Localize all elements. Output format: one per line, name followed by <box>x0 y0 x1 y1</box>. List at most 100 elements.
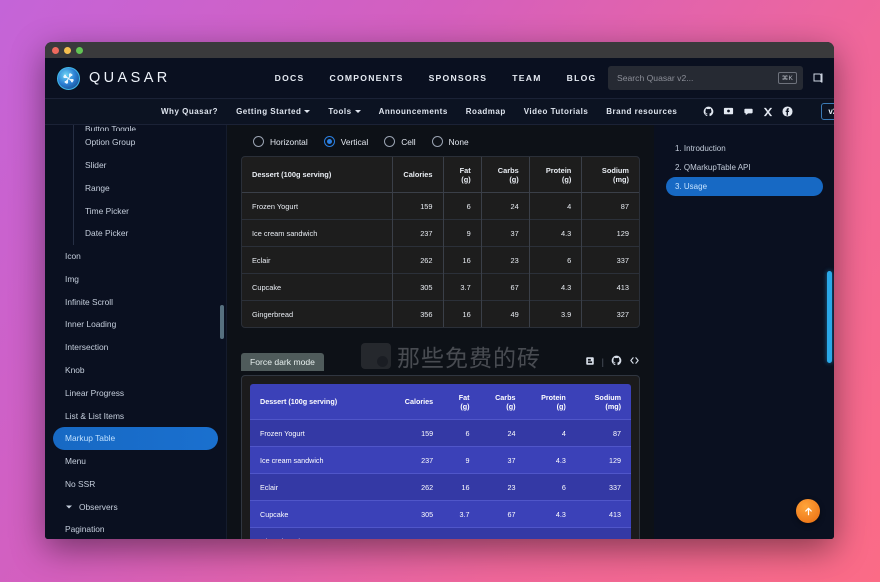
subnav-video-tutorials[interactable]: Video Tutorials <box>524 107 589 116</box>
book-icon[interactable] <box>812 72 824 84</box>
chat-icon[interactable] <box>743 106 754 117</box>
cell-protein: 3.9 <box>529 301 582 328</box>
toc-item-usage[interactable]: 3. Usage <box>666 177 823 196</box>
subnav-roadmap[interactable]: Roadmap <box>466 107 506 116</box>
quasar-logo-link[interactable]: QUASAR <box>57 67 171 90</box>
sidebar-item-button-toggle[interactable]: Button Toggle <box>53 125 218 131</box>
cell-carbs: 67 <box>480 501 526 528</box>
sidebar-item-markup-table[interactable]: Markup Table <box>53 427 218 450</box>
sidebar-item-label: Option Group <box>85 137 135 147</box>
cell-fat: 3.7 <box>443 501 479 528</box>
sidebar-item-img[interactable]: Img <box>53 267 218 290</box>
sidebar-item-slider[interactable]: Slider <box>53 154 218 177</box>
table-row: Eclair 262 16 23 6 337 <box>250 474 631 501</box>
col-calories: Calories <box>393 157 443 193</box>
subnav-getting-started[interactable]: Getting Started <box>236 107 310 116</box>
x-twitter-icon[interactable] <box>763 107 773 117</box>
radio-dot <box>324 136 335 147</box>
nav-team[interactable]: TEAM <box>512 73 541 83</box>
cell-protein: 4.3 <box>529 220 582 247</box>
cell-dessert: Frozen Yogurt <box>250 420 395 447</box>
toc-item-qmarkuptable-api[interactable]: 2. QMarkupTable API <box>666 158 823 177</box>
facebook-icon[interactable] <box>782 106 793 117</box>
sidebar-item-time-picker[interactable]: Time Picker <box>53 199 218 222</box>
sidebar-nav-list: Button Toggle Option Group Slider Range … <box>45 125 226 539</box>
version-selector[interactable]: v2.16.4 <box>821 103 834 120</box>
col-protein: Protein (g) <box>525 384 575 420</box>
cell-calories: 356 <box>395 528 443 540</box>
subnav-tools[interactable]: Tools <box>328 107 360 116</box>
page-body: Button Toggle Option Group Slider Range … <box>45 125 834 539</box>
table-row: Gingerbread 356 16 49 3.9 327 <box>242 301 639 328</box>
table-row: Gingerbread 356 16 49 3.9 327 <box>250 528 631 540</box>
table-row: Cupcake 305 3.7 67 4.3 413 <box>242 274 639 301</box>
window-minimize-button[interactable] <box>64 47 71 54</box>
sidebar-scrollbar[interactable] <box>220 305 224 339</box>
table-row: Eclair 262 16 23 6 337 <box>242 247 639 274</box>
search-input[interactable]: Search Quasar v2... ⌘K <box>608 66 803 90</box>
radio-none[interactable]: None <box>432 136 469 147</box>
sidebar-item-label: List & List Items <box>65 411 124 421</box>
cell-sodium: 129 <box>576 447 631 474</box>
sidebar-item-label: Img <box>65 274 79 284</box>
sidebar-item-label: No SSR <box>65 479 95 489</box>
force-dark-mode-bar: Force dark mode 那些免费的砖 | <box>241 348 640 375</box>
forum-icon[interactable] <box>723 106 734 117</box>
sidebar-item-linear-progress[interactable]: Linear Progress <box>53 381 218 404</box>
radio-vertical[interactable]: Vertical <box>324 136 368 147</box>
sidebar-item-list-and-list-items[interactable]: List & List Items <box>53 404 218 427</box>
sidebar-item-inner-loading[interactable]: Inner Loading <box>53 313 218 336</box>
radio-cell[interactable]: Cell <box>384 136 415 147</box>
sidebar-item-label: Observers <box>79 502 118 512</box>
sidebar-item-label: Intersection <box>65 342 108 352</box>
radio-horizontal[interactable]: Horizontal <box>253 136 308 147</box>
sidebar-item-label: Range <box>85 183 110 193</box>
sidebar-item-label: Time Picker <box>85 206 129 216</box>
subnav-why-quasar[interactable]: Why Quasar? <box>161 107 218 116</box>
sidebar-item-option-group[interactable]: Option Group <box>53 131 218 154</box>
cell-calories: 237 <box>395 447 443 474</box>
radio-dot <box>432 136 443 147</box>
arrow-up-icon <box>803 506 814 517</box>
sidebar-item-label: Markup Table <box>65 433 115 443</box>
sidebar-item-date-picker[interactable]: Date Picker <box>53 222 218 245</box>
cell-carbs: 67 <box>481 274 529 301</box>
sidebar-item-label: Button Toggle <box>85 125 136 131</box>
search-placeholder: Search Quasar v2... <box>617 73 778 83</box>
nav-blog[interactable]: BLOG <box>567 73 597 83</box>
sidebar-item-no-ssr[interactable]: No SSR <box>53 473 218 496</box>
nav-components[interactable]: COMPONENTS <box>329 73 403 83</box>
sidebar-item-intersection[interactable]: Intersection <box>53 336 218 359</box>
sidebar-item-menu[interactable]: Menu <box>53 450 218 473</box>
sidebar-item-range[interactable]: Range <box>53 176 218 199</box>
sidebar-item-icon[interactable]: Icon <box>53 245 218 268</box>
page-scrollbar[interactable] <box>827 271 832 363</box>
github-icon[interactable] <box>703 106 714 117</box>
nav-sponsors[interactable]: SPONSORS <box>429 73 488 83</box>
table-header-row: Dessert (100g serving) Calories Fat (g) … <box>250 384 631 420</box>
scroll-to-top-button[interactable] <box>796 499 820 523</box>
sidebar-item-observers[interactable]: Observers <box>53 495 218 518</box>
brand-name: QUASAR <box>89 70 171 86</box>
code-brackets-icon[interactable] <box>629 353 640 371</box>
chevron-down-icon <box>304 110 310 113</box>
window-close-button[interactable] <box>52 47 59 54</box>
subnav-label: Announcements <box>379 107 448 116</box>
codepen-icon[interactable] <box>585 353 595 371</box>
sidebar-item-pagination[interactable]: Pagination <box>53 518 218 539</box>
toc-item-introduction[interactable]: 1. Introduction <box>666 139 823 158</box>
table-body: Frozen Yogurt 159 6 24 4 87 Ice cream sa… <box>242 193 639 328</box>
subnav-brand-resources[interactable]: Brand resources <box>606 107 677 116</box>
cell-carbs: 23 <box>481 247 529 274</box>
force-dark-mode-tab[interactable]: Force dark mode <box>241 353 324 371</box>
sidebar-item-knob[interactable]: Knob <box>53 359 218 382</box>
cell-dessert: Gingerbread <box>242 301 393 328</box>
col-carbs: Carbs (g) <box>481 157 529 193</box>
social-icon-group <box>703 106 793 117</box>
subnav-announcements[interactable]: Announcements <box>379 107 448 116</box>
separator-radio-group: Horizontal Vertical Cell None <box>241 133 640 156</box>
github-icon[interactable] <box>611 353 622 371</box>
nav-docs[interactable]: DOCS <box>275 73 305 83</box>
sidebar-item-infinite-scroll[interactable]: Infinite Scroll <box>53 290 218 313</box>
window-maximize-button[interactable] <box>76 47 83 54</box>
